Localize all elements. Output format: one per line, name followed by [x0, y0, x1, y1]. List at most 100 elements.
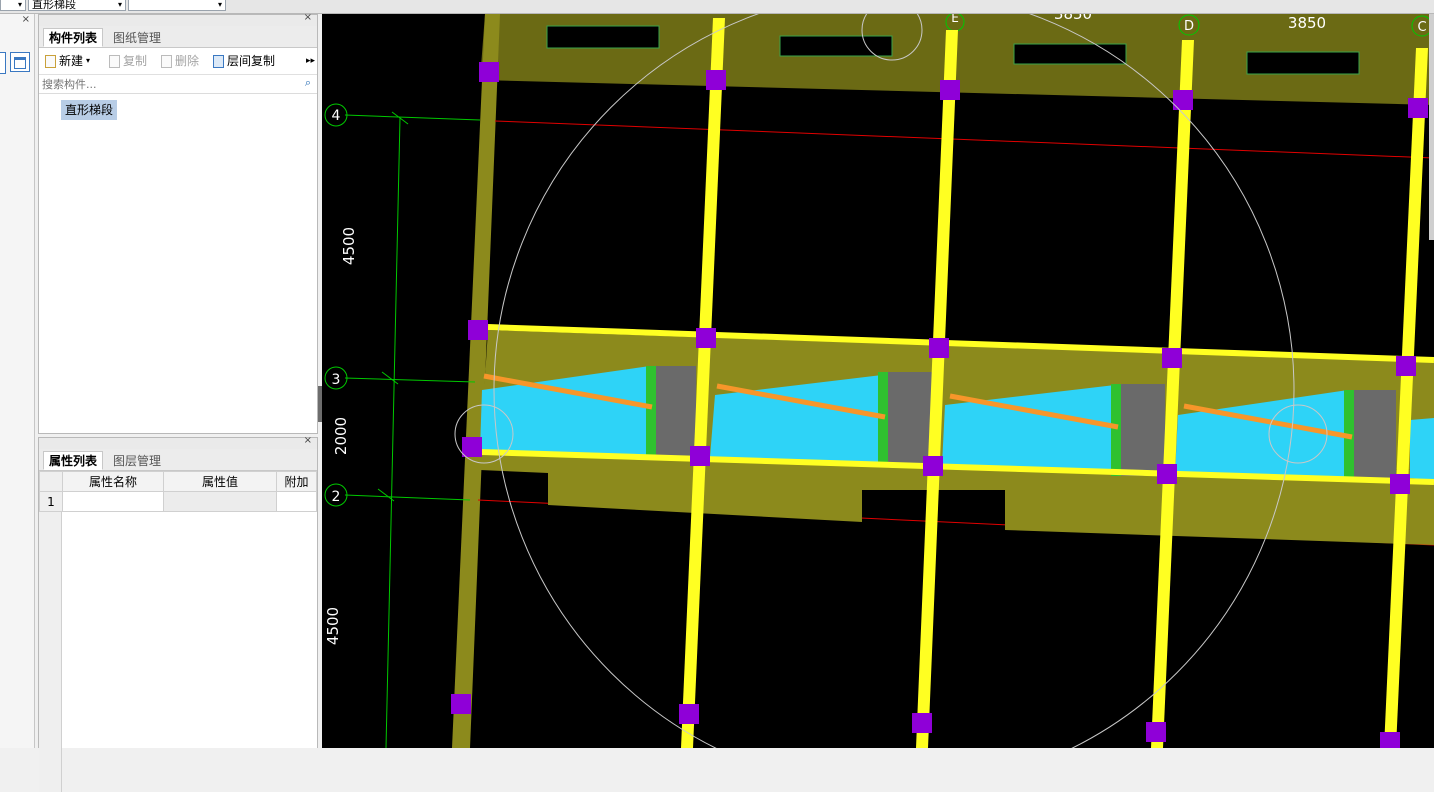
axis-label-c: C [1417, 20, 1426, 35]
axis-label-4: 4 [332, 108, 341, 124]
column-post [451, 694, 471, 714]
floor-copy-label: 层间复制 [227, 54, 276, 68]
3d-viewport[interactable]: 4 3 2 D C E 3850 3850 4500 2000 4500 [322, 14, 1434, 748]
table-row[interactable]: 1 [39, 491, 317, 512]
delete-button[interactable]: 删除 [161, 53, 199, 69]
column-post [1408, 98, 1428, 118]
green-edge [1111, 384, 1121, 476]
landing-wall [1115, 384, 1165, 476]
window-icon[interactable] [10, 52, 30, 72]
column-post [1380, 732, 1400, 748]
dim-label-4500-top: 4500 [340, 227, 358, 265]
opening [779, 35, 893, 57]
dim-label-4500-bottom: 4500 [324, 607, 342, 645]
delete-icon [161, 54, 172, 68]
column-post [940, 80, 960, 100]
axis-label-3: 3 [332, 372, 341, 388]
search-input[interactable] [39, 75, 284, 93]
axis-label-d: D [1184, 19, 1194, 34]
component-panel-tabs: 构件列表 图纸管理 [39, 26, 317, 48]
column-post [923, 456, 943, 476]
tab-property-list[interactable]: 属性列表 [43, 451, 104, 470]
search-icon[interactable]: ⌕ [305, 76, 311, 90]
column-post [1157, 464, 1177, 484]
table-header-row: 属性名称 属性值 附加 [39, 471, 317, 492]
column-post [479, 62, 499, 82]
column-header: 附加 [276, 471, 317, 492]
landing-wall [1348, 390, 1396, 482]
chevron-down-icon: ▾ [217, 0, 222, 9]
corner-cell [39, 471, 63, 492]
chevron-down-icon: ▾ [17, 0, 22, 9]
close-icon[interactable]: × [22, 14, 30, 25]
column-post [929, 338, 949, 358]
column-post [690, 446, 710, 466]
dimension-line [385, 117, 401, 748]
copy-label: 复制 [123, 54, 148, 68]
column-post [1390, 474, 1410, 494]
column-post [462, 437, 482, 457]
more-tools-icon[interactable]: ▸▸ [306, 53, 315, 69]
tree-item-straight-stair[interactable]: 直形梯段 [61, 100, 118, 120]
copy-icon [109, 54, 120, 68]
opening [546, 25, 660, 49]
column-post [696, 328, 716, 348]
dim-label-3850-right: 3850 [1288, 14, 1326, 32]
landing-wall [882, 372, 932, 464]
axis-label-e: E [951, 14, 959, 25]
floor-select[interactable]: ▾ [0, 0, 26, 11]
component-type-select[interactable]: 直形梯段 ▾ [28, 0, 126, 11]
grid-line-4 [344, 114, 481, 121]
opening [1246, 51, 1360, 75]
property-list-panel: × 属性列表 图层管理 属性名称 属性值 附加 1 [38, 435, 318, 792]
tab-component-list[interactable]: 构件列表 [43, 28, 104, 47]
grid-line-2 [344, 494, 471, 501]
nav-tab-icon[interactable] [0, 52, 6, 74]
panel-header: × [39, 12, 317, 26]
model-canvas[interactable]: 4 3 2 D C E 3850 3850 4500 2000 4500 [322, 14, 1434, 748]
chevron-down-icon: ▾ [86, 56, 91, 65]
axis-label-2: 2 [332, 489, 341, 505]
close-icon[interactable]: × [304, 12, 312, 23]
panel-header: × [39, 435, 317, 449]
dim-label-3850-left: 3850 [1054, 14, 1092, 23]
copy-button[interactable]: 复制 [109, 53, 147, 69]
component-type-value: 直形梯段 [32, 0, 76, 11]
chevron-down-icon: ▾ [117, 0, 122, 9]
column-post [1396, 356, 1416, 376]
new-file-icon [45, 54, 56, 68]
tab-layer-management[interactable]: 图层管理 [107, 451, 167, 470]
stair-flight-5 [1410, 418, 1434, 480]
top-toolbar: ▾ 直形梯段 ▾ ▾ [0, 0, 1434, 14]
table-cell[interactable] [163, 491, 277, 512]
property-grid: 属性名称 属性值 附加 1 [39, 471, 317, 792]
column-post [468, 320, 488, 340]
column-header: 属性值 [163, 471, 277, 492]
component-list-panel: × 构件列表 图纸管理 新建 ▾ 复制 删除 层间复制 ▸▸ ⌕ 直形梯段 [38, 12, 318, 434]
table-cell[interactable] [62, 491, 164, 512]
floor-copy-icon [213, 54, 224, 68]
new-label: 新建 [59, 54, 84, 68]
component-toolbar: 新建 ▾ 复制 删除 层间复制 ▸▸ [39, 48, 317, 75]
property-panel-tabs: 属性列表 图层管理 [39, 449, 317, 471]
column-post [679, 704, 699, 724]
column-header: 属性名称 [62, 471, 164, 492]
component-name-select[interactable]: ▾ [128, 0, 226, 11]
column-post [1146, 722, 1166, 742]
green-edge [646, 366, 656, 456]
red-axis-line [494, 120, 1434, 159]
dim-tick [381, 371, 399, 385]
column-post [706, 70, 726, 90]
table-cell[interactable] [276, 491, 317, 512]
close-icon[interactable]: × [304, 435, 312, 446]
row-header-strip [39, 512, 62, 792]
delete-label: 删除 [175, 54, 200, 68]
landing-wall [650, 366, 696, 456]
grid-line-3 [344, 377, 476, 383]
new-button[interactable]: 新建 ▾ [45, 53, 90, 69]
floor-copy-button[interactable]: 层间复制 [213, 53, 275, 69]
dim-label-2000: 2000 [332, 417, 350, 455]
left-nav-strip: × [0, 14, 35, 748]
tab-drawing-management[interactable]: 图纸管理 [107, 28, 167, 47]
column-post [912, 713, 932, 733]
